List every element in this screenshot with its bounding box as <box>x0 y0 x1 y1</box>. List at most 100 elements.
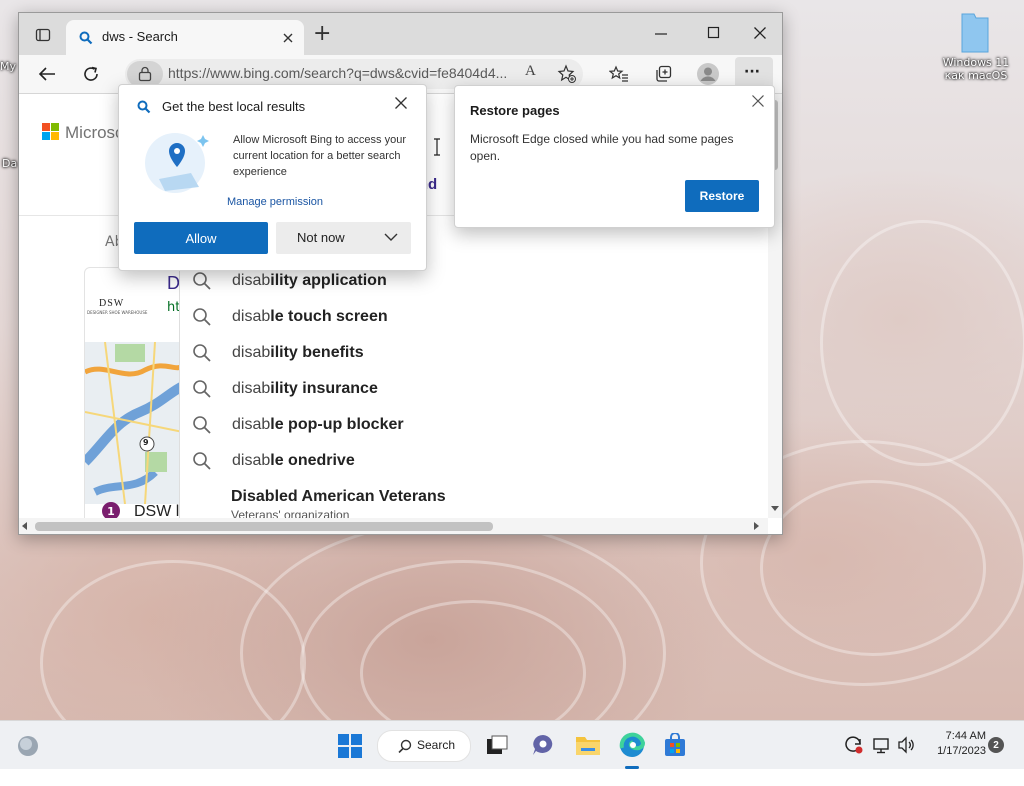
search-icon <box>193 308 211 326</box>
read-aloud-icon[interactable]: A <box>525 63 536 80</box>
close-icon[interactable] <box>394 96 408 110</box>
sync-alert-icon[interactable] <box>844 735 864 755</box>
network-icon[interactable] <box>872 736 892 754</box>
search-icon <box>193 272 211 290</box>
tab-active[interactable]: dws - Search <box>66 20 304 55</box>
suggestion-item[interactable]: disab ility benefits <box>192 338 364 368</box>
suggestion-plain: disab <box>232 272 271 289</box>
clock-date: 1/17/2023 <box>937 745 986 757</box>
tab-title: dws - Search <box>102 29 178 44</box>
back-button[interactable] <box>31 58 63 90</box>
entity-suggestion[interactable]: Disabled American Veterans Veterans' org… <box>231 488 446 518</box>
suggestion-plain: disab <box>232 308 271 325</box>
add-favorite-icon[interactable] <box>557 64 577 84</box>
close-window-icon[interactable] <box>753 26 767 40</box>
suggestion-plain: disab <box>232 344 271 361</box>
file-explorer-icon[interactable] <box>575 733 601 757</box>
suggestion-bold: ility benefits <box>270 344 364 361</box>
suggestion-bold: ility insurance <box>270 380 378 397</box>
volume-icon[interactable] <box>897 736 917 754</box>
dsw-logo-subtext: DESIGNER SHOE WAREHOUSE <box>87 310 148 315</box>
taskbar-search-box[interactable]: Search <box>377 730 471 762</box>
chevron-down-icon <box>384 233 398 241</box>
close-tab-icon[interactable] <box>282 32 294 44</box>
folder-icon <box>961 13 989 53</box>
suggestion-bold: ility application <box>270 272 387 289</box>
restore-button[interactable]: Restore <box>685 180 759 212</box>
scroll-left-arrow-icon[interactable] <box>22 522 28 530</box>
search-suggestions-dropdown: disab ility application disab le touch scr… <box>179 266 768 518</box>
result-rank-badge: 1 <box>102 502 120 518</box>
title-bar: dws - Search + <box>19 13 782 55</box>
teams-chat-icon[interactable] <box>531 733 555 757</box>
url-text[interactable]: https://www.bing.com/search?q=dws&cvid=f… <box>168 65 507 81</box>
start-windows-icon[interactable] <box>337 733 363 759</box>
text-cursor-icon <box>434 138 440 156</box>
not-now-dropdown-button[interactable]: Not now <box>276 222 411 254</box>
search-icon <box>193 380 211 398</box>
maximize-icon[interactable] <box>707 26 721 40</box>
entity-title: Disabled American Veterans <box>231 488 446 505</box>
widgets-weather-icon[interactable] <box>16 734 40 758</box>
location-popup-body: Allow Microsoft Bing to access your curr… <box>233 134 407 178</box>
suggestion-item[interactable]: disab le touch screen <box>192 302 388 332</box>
suggestion-item[interactable]: disab le pop-up blocker <box>192 410 404 440</box>
search-icon <box>137 100 151 114</box>
notification-count-badge[interactable]: 2 <box>988 737 1004 753</box>
search-icon <box>79 31 93 45</box>
folder-label-line1: Windows 11 <box>942 56 1010 69</box>
suggestion-bold: le touch screen <box>270 308 388 325</box>
folder-label-line2: как macOS <box>944 69 1008 82</box>
entity-subtitle: Veterans' organization <box>231 508 350 518</box>
horizontal-scroll-thumb[interactable] <box>35 522 493 531</box>
close-icon[interactable] <box>751 94 765 108</box>
clock[interactable]: 7:44 AM 1/17/2023 <box>922 729 986 759</box>
suggestion-plain: disab <box>232 416 271 433</box>
tab-actions-icon <box>35 28 51 42</box>
dsw-logo: DSW <box>99 298 125 309</box>
new-tab-button[interactable]: + <box>313 21 331 47</box>
microsoft-store-icon[interactable] <box>663 733 687 757</box>
suggestion-plain: disab <box>232 452 271 469</box>
result-map-image <box>85 342 183 504</box>
restore-popup-body: Microsoft Edge closed while you had some… <box>470 132 734 163</box>
microsoft-logo-icon <box>42 123 59 140</box>
taskbar-search-label: Search <box>417 738 456 752</box>
edge-browser-icon[interactable] <box>619 732 645 758</box>
allow-button[interactable]: Allow <box>134 222 268 254</box>
collections-icon <box>656 65 672 82</box>
desktop-folder-icon[interactable]: Windows 11 как macOS <box>940 8 1012 92</box>
refresh-icon <box>84 66 98 81</box>
suggestion-bold: le onedrive <box>270 452 355 469</box>
suggestion-item[interactable]: disab le onedrive <box>192 446 355 476</box>
suggestion-item[interactable]: disab ility insurance <box>192 374 378 404</box>
task-view-icon[interactable] <box>486 735 508 755</box>
wallpaper-petal <box>820 220 1024 466</box>
tab-actions-button[interactable] <box>27 19 59 51</box>
search-icon <box>193 452 211 470</box>
refresh-button[interactable] <box>75 58 107 90</box>
location-permission-popup: Get the best local results Allow Microso… <box>118 84 427 271</box>
horizontal-scrollbar[interactable] <box>19 518 768 534</box>
search-icon <box>193 416 211 434</box>
manage-permission-link[interactable]: Manage permission <box>227 196 323 208</box>
profile-avatar-icon <box>697 63 719 85</box>
back-arrow-icon <box>38 67 55 81</box>
location-pin-illustration-icon <box>145 133 209 193</box>
desktop-icon-label-clip[interactable]: My <box>0 60 18 73</box>
favorites-icon <box>609 65 628 82</box>
result-listing-title[interactable]: DSW l <box>134 503 179 518</box>
desktop-icon-label-clip[interactable]: Da <box>2 157 18 170</box>
scroll-down-arrow-icon[interactable] <box>771 506 779 512</box>
wallpaper-petal <box>760 480 986 656</box>
not-now-label: Not now <box>297 230 345 245</box>
minimize-icon[interactable] <box>654 27 668 41</box>
restore-pages-popup: Restore pages Microsoft Edge closed whil… <box>454 85 775 228</box>
scroll-right-arrow-icon[interactable] <box>754 522 760 530</box>
map-route-label: 9 <box>143 438 149 447</box>
lock-icon <box>138 66 152 82</box>
suggestion-plain: disab <box>232 380 271 397</box>
more-icon: ··· <box>744 64 760 80</box>
desktop-folder-label: Windows 11 как macOS <box>940 56 1012 82</box>
search-icon <box>193 344 211 362</box>
